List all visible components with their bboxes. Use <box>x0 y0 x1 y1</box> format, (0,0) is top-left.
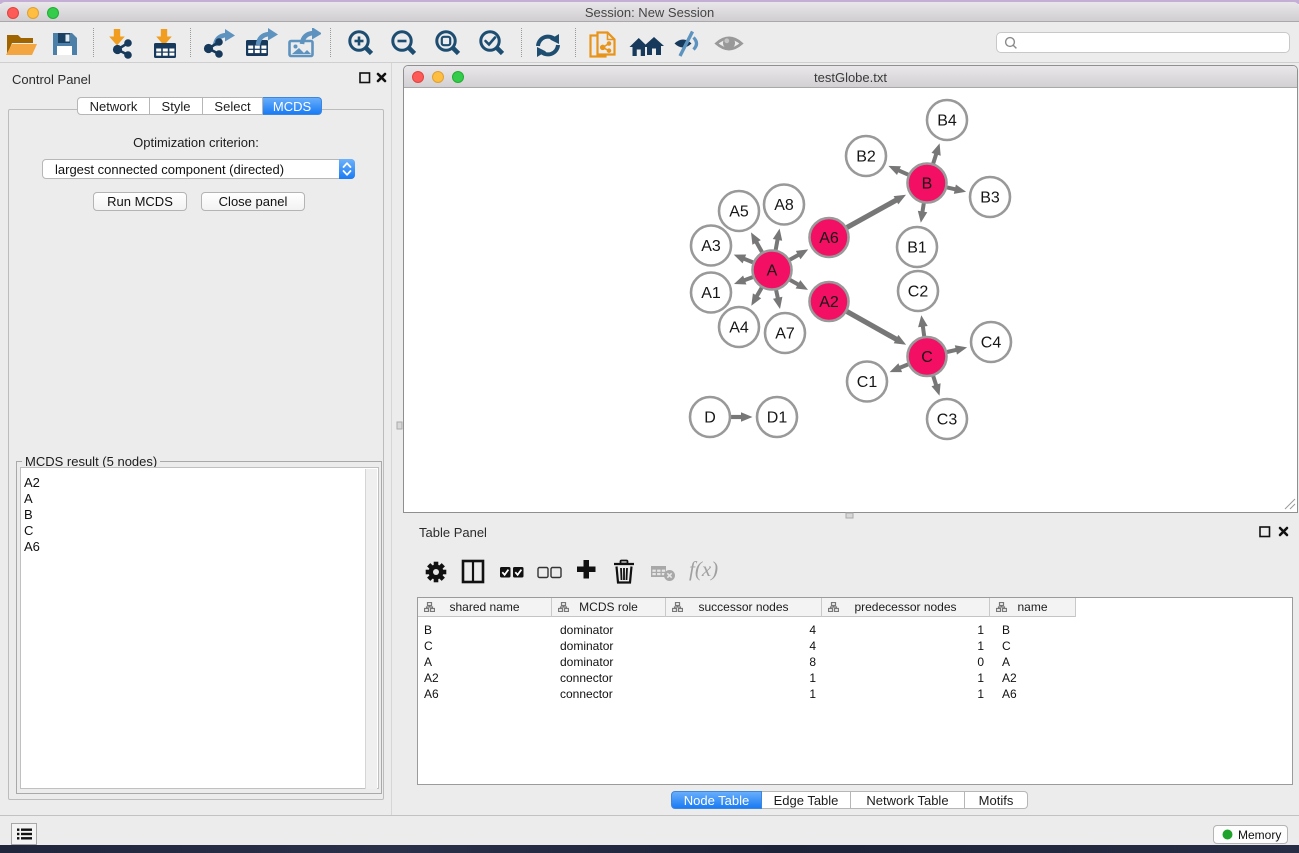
svg-text:C1: C1 <box>857 374 878 391</box>
svg-text:A7: A7 <box>775 326 795 343</box>
svg-text:B1: B1 <box>907 240 927 257</box>
svg-text:A5: A5 <box>729 204 749 221</box>
svg-text:A4: A4 <box>729 320 749 337</box>
svg-text:A3: A3 <box>701 238 721 255</box>
svg-text:A2: A2 <box>819 294 839 311</box>
svg-text:D1: D1 <box>767 410 788 427</box>
svg-text:D: D <box>704 410 716 427</box>
svg-text:C2: C2 <box>908 284 929 301</box>
svg-text:A1: A1 <box>701 285 721 302</box>
svg-text:B: B <box>922 176 933 193</box>
svg-text:A: A <box>767 263 778 280</box>
svg-text:C: C <box>921 349 933 366</box>
svg-text:A6: A6 <box>819 230 839 247</box>
svg-text:B4: B4 <box>937 113 957 130</box>
svg-text:A8: A8 <box>774 197 794 214</box>
svg-text:B2: B2 <box>856 149 876 166</box>
svg-text:C4: C4 <box>981 335 1002 352</box>
svg-text:B3: B3 <box>980 190 1000 207</box>
svg-text:C3: C3 <box>937 412 958 429</box>
